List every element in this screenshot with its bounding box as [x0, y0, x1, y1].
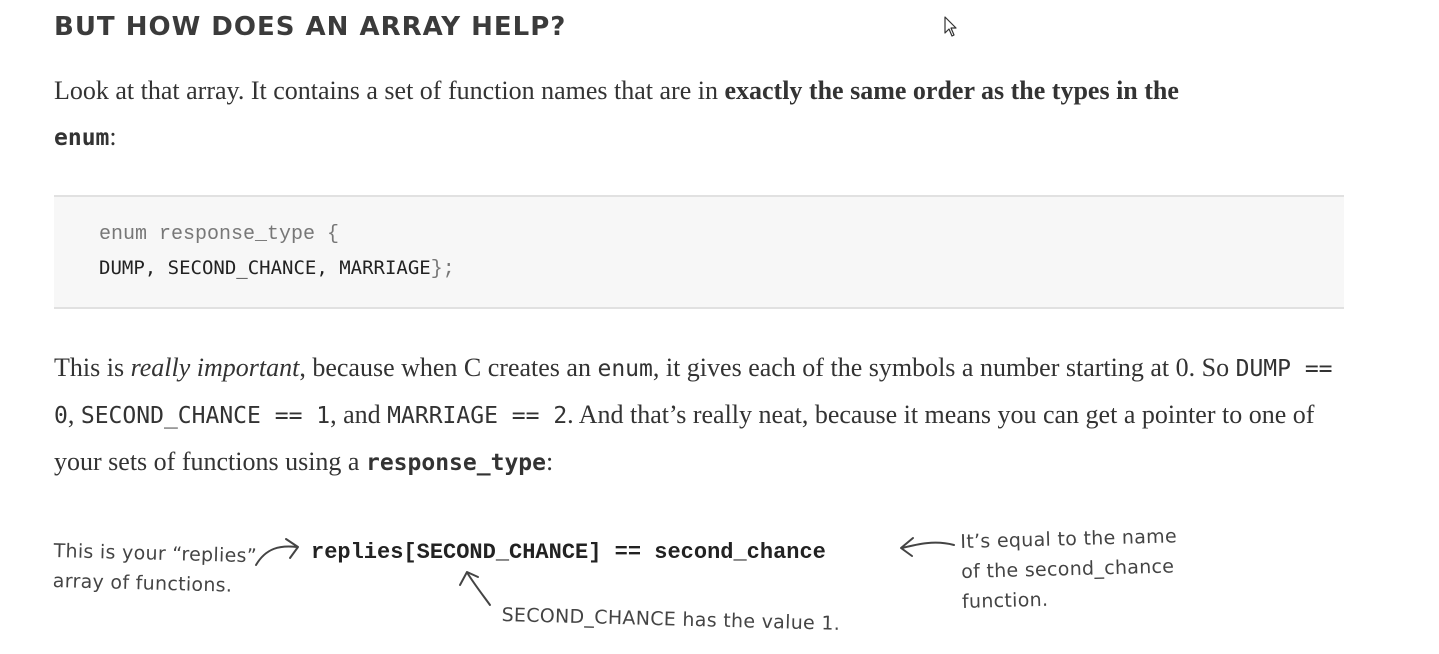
emphasis-text: really important: [130, 353, 300, 382]
explanation-text-4: ,: [67, 400, 81, 429]
explanation-text-5: , and: [330, 400, 388, 429]
explanation-text-1: This is: [54, 353, 131, 382]
right-arrow-icon: [900, 537, 955, 557]
annotation-right-note: It’s equal to the name of the second_cha…: [960, 525, 1178, 613]
explanation-text-3: , it gives each of the symbols a number …: [652, 353, 1236, 382]
enum-constants: DUMP, SECOND_CHANCE, MARRIAGE: [99, 257, 431, 279]
annotation-expression: replies[SECOND_CHANCE] == second_chance: [311, 540, 826, 565]
paragraph-intro: Look at that array. It contains a set of…: [54, 68, 1354, 161]
section-heading: BUT HOW DOES AN ARRAY HELP?: [54, 12, 567, 42]
left-arrow-icon: [255, 538, 299, 566]
intro-bold-text: exactly the same order as the types in t…: [724, 76, 1179, 105]
annotation-left-note: This is your “replies” array of function…: [52, 539, 258, 597]
inline-code-marriage: MARRIAGE == 2: [387, 403, 568, 429]
inline-code-second-chance: SECOND_CHANCE == 1: [80, 403, 331, 429]
inline-code-response-type: response_type: [365, 450, 546, 476]
intro-text-end: :: [109, 122, 117, 151]
annotation-bottom-note: SECOND_CHANCE has the value 1.: [501, 603, 841, 635]
mouse-cursor-icon: [944, 16, 957, 37]
code-block: enum response_type { DUMP, SECOND_CHANCE…: [54, 195, 1344, 309]
paragraph-explanation: This is really important, because when C…: [54, 345, 1354, 486]
up-arrow-icon: [459, 571, 491, 606]
inline-code-enum: enum: [54, 125, 110, 151]
explanation-text-7: :: [545, 447, 554, 476]
enum-closing-brace: };: [430, 258, 455, 281]
code-line-2: DUMP, SECOND_CHANCE, MARRIAGE};: [99, 257, 455, 281]
code-line-1: enum response_type {: [99, 223, 340, 246]
inline-code-enum-2: enum: [597, 356, 653, 382]
intro-text: Look at that array. It contains a set of…: [54, 76, 725, 105]
explanation-text-2: , because when C creates an: [299, 353, 598, 382]
